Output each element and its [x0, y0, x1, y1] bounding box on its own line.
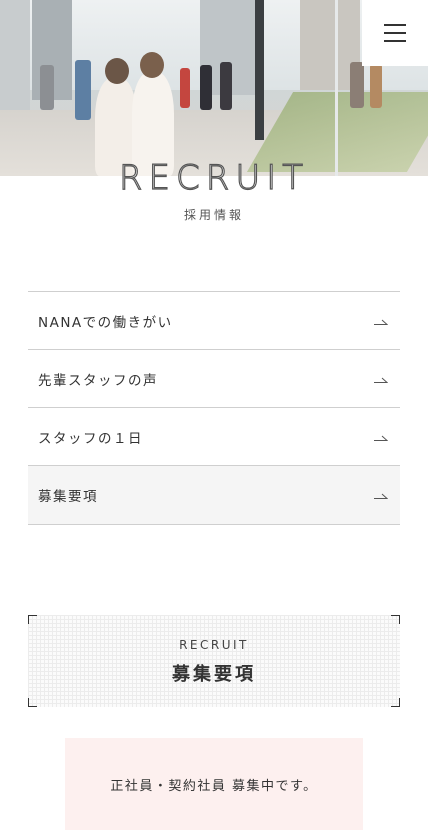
- corner-mark: [28, 698, 37, 707]
- list-item-label: NANAでの働きがい: [38, 314, 173, 331]
- list-item-label: スタッフの１日: [38, 430, 143, 447]
- list-item-senpai-voice[interactable]: 先輩スタッフの声: [28, 349, 400, 407]
- recruit-section-heading: RECRUIT 募集要項: [28, 615, 400, 707]
- arrow-right-icon: [374, 491, 388, 499]
- corner-mark: [391, 698, 400, 707]
- arrow-right-icon: [374, 433, 388, 441]
- section-label-en: RECRUIT: [179, 638, 249, 652]
- hamburger-icon: [384, 24, 406, 26]
- page-subtitle: 採用情報: [183, 208, 244, 222]
- arrow-right-icon: [374, 375, 388, 383]
- section-label-jp: 募集要項: [172, 664, 256, 685]
- arrow-right-icon: [374, 317, 388, 325]
- menu-button[interactable]: [362, 0, 428, 66]
- corner-mark: [28, 615, 37, 624]
- list-item-label: 募集要項: [38, 489, 98, 505]
- list-item-staff-day[interactable]: スタッフの１日: [28, 407, 400, 465]
- list-item-hatarakigai[interactable]: NANAでの働きがい: [28, 291, 400, 349]
- list-item-boshu-yoko[interactable]: 募集要項: [28, 465, 400, 525]
- hiring-notice-text: 正社員・契約社員 募集中です。: [110, 778, 318, 794]
- recruit-menu-list: NANAでの働きがい 先輩スタッフの声 スタッフの１日 募集要項: [28, 291, 400, 525]
- corner-mark: [391, 615, 400, 624]
- page-title: RECRUIT: [118, 157, 310, 198]
- list-item-label: 先輩スタッフの声: [38, 372, 158, 389]
- hiring-notice: 正社員・契約社員 募集中です。: [65, 738, 363, 830]
